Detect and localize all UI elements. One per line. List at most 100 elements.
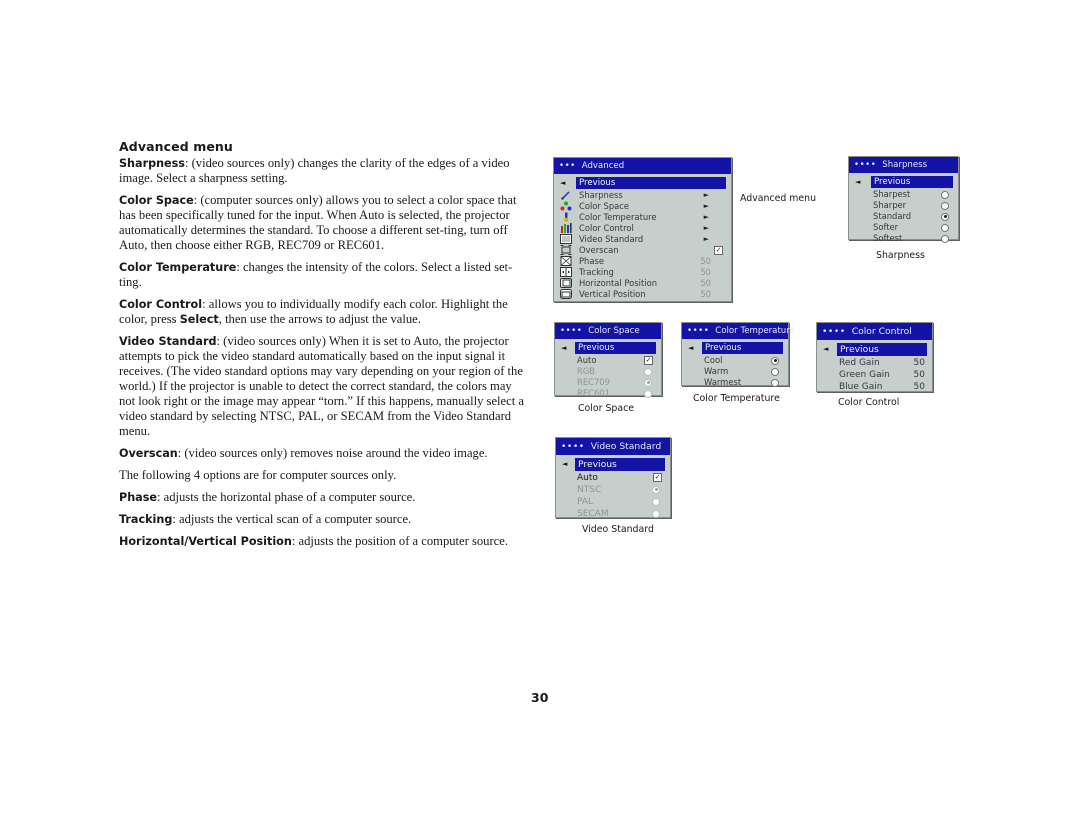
- menu-title: Video Standard: [590, 441, 662, 452]
- option-softer[interactable]: Softer: [849, 222, 958, 233]
- option-pal[interactable]: PAL: [556, 496, 670, 508]
- paragraph-position: Horizontal/Vertical Position: adjusts th…: [119, 534, 529, 549]
- option-radio[interactable]: [941, 200, 949, 211]
- submenu-arrow-icon: ►: [703, 191, 709, 199]
- option-label: Softer: [873, 222, 899, 232]
- option-standard[interactable]: Standard: [849, 211, 958, 222]
- previous-item[interactable]: ◄ Previous: [849, 176, 958, 188]
- option-value: 50: [913, 382, 925, 392]
- radio-selected-icon: [941, 212, 949, 221]
- previous-label: Previous: [576, 177, 726, 189]
- auto-toggle[interactable]: Auto ✓: [555, 355, 661, 366]
- menu-item-value: 50: [700, 289, 711, 299]
- option-sharpest[interactable]: Sharpest: [849, 189, 958, 200]
- option-blue-gain[interactable]: Blue Gain 50: [817, 381, 932, 393]
- radio-unselected-icon: [652, 509, 660, 518]
- menu-level-dots: ••••: [822, 326, 846, 337]
- term: Video Standard: [119, 335, 217, 348]
- option-cool[interactable]: Cool: [682, 355, 788, 366]
- option-radio[interactable]: [644, 388, 652, 399]
- color-temperature-menu: •••• Color Temperature ◄ Previous Cool War…: [681, 322, 795, 388]
- menu-title: Color Control: [851, 326, 912, 337]
- menu-title-bar: •••• Video Standard: [556, 438, 670, 455]
- paragraph-color-space: Color Space: (computer sources only) all…: [119, 193, 529, 253]
- radio-selected-icon: [644, 378, 652, 387]
- option-rec709[interactable]: REC709: [555, 377, 661, 388]
- option-green-gain[interactable]: Green Gain 50: [817, 369, 932, 381]
- menu-item-video-standard[interactable]: Video Standard ►: [554, 234, 731, 245]
- option-radio[interactable]: [771, 366, 779, 377]
- back-arrow-icon: ◄: [855, 178, 861, 186]
- auto-toggle[interactable]: Auto ✓: [556, 472, 670, 484]
- option-label: Auto: [577, 355, 597, 365]
- term: Overscan: [119, 447, 178, 460]
- option-label: Blue Gain: [839, 382, 883, 392]
- option-radio[interactable]: [941, 189, 949, 200]
- option-label: Warmest: [704, 377, 742, 387]
- previous-item[interactable]: ◄ Previous: [682, 342, 788, 354]
- term: Tracking: [119, 513, 173, 526]
- caption-color-temperature: Color Temperature: [693, 393, 780, 404]
- video-standard-menu: •••• Video Standard ◄ Previous Auto ✓ NTS…: [555, 437, 671, 520]
- option-rec601[interactable]: REC601: [555, 388, 661, 399]
- option-radio[interactable]: [644, 366, 652, 377]
- menu-item-label: Horizontal Position: [579, 278, 658, 288]
- menu-level-dots: ••••: [561, 441, 585, 452]
- option-radio[interactable]: [644, 377, 652, 388]
- option-radio[interactable]: [652, 508, 660, 520]
- menu-level-dots: ••••: [854, 160, 877, 170]
- auto-checkbox[interactable]: ✓: [653, 472, 662, 484]
- term: Phase: [119, 491, 157, 504]
- option-sharper[interactable]: Sharper: [849, 200, 958, 211]
- paragraph-color-temperature: Color Temperature: changes the intensity…: [119, 260, 529, 290]
- option-warm[interactable]: Warm: [682, 366, 788, 377]
- menu-item-phase[interactable]: Phase 50: [554, 256, 731, 267]
- back-arrow-icon: ◄: [823, 345, 829, 353]
- menu-item-overscan[interactable]: Overscan ✓: [554, 245, 731, 256]
- paragraph-computer-sources-note: The following 4 options are for computer…: [119, 468, 529, 483]
- menu-level-dots: •••: [559, 161, 576, 171]
- previous-item[interactable]: ◄ Previous: [817, 343, 932, 356]
- submenu-arrow-icon: ►: [703, 235, 709, 243]
- menu-item-vertical-position[interactable]: Vertical Position 50: [554, 289, 731, 300]
- overscan-checkbox[interactable]: ✓: [714, 245, 723, 256]
- menu-item-tracking[interactable]: Tracking 50: [554, 267, 731, 278]
- radio-unselected-icon: [644, 367, 652, 376]
- auto-checkbox[interactable]: ✓: [644, 355, 653, 366]
- back-arrow-icon: ◄: [561, 344, 567, 352]
- menu-item-color-temperature[interactable]: Color Temperature ►: [554, 212, 731, 223]
- menu-item-value: 50: [700, 256, 711, 266]
- option-label: REC601: [577, 388, 610, 398]
- menu-title-bar: •••• Color Control: [817, 323, 932, 340]
- menu-item-color-space[interactable]: Color Space ►: [554, 201, 731, 212]
- radio-selected-icon: [771, 356, 779, 365]
- menu-item-sharpness[interactable]: Sharpness ►: [554, 190, 731, 201]
- option-rgb[interactable]: RGB: [555, 366, 661, 377]
- submenu-arrow-icon: ►: [703, 202, 709, 210]
- option-radio[interactable]: [652, 496, 660, 508]
- previous-item[interactable]: ◄ Previous: [554, 177, 731, 189]
- option-ntsc[interactable]: NTSC: [556, 484, 670, 496]
- option-radio[interactable]: [941, 222, 949, 233]
- previous-label: Previous: [575, 342, 656, 354]
- option-label: Cool: [704, 355, 723, 365]
- option-secam[interactable]: SECAM: [556, 508, 670, 520]
- advanced-menu: ••• Advanced ◄ Previous Sharpness ► Color S…: [553, 157, 732, 302]
- menu-item-horizontal-position[interactable]: Horizontal Position 50: [554, 278, 731, 289]
- option-softest[interactable]: Softest: [849, 233, 958, 244]
- option-radio[interactable]: [771, 355, 779, 366]
- menu-level-dots: ••••: [687, 326, 710, 336]
- paragraph-video-standard: Video Standard: (video sources only) Whe…: [119, 334, 529, 439]
- term: Horizontal/Vertical Position: [119, 535, 292, 548]
- option-red-gain[interactable]: Red Gain 50: [817, 357, 932, 369]
- option-radio[interactable]: [652, 484, 660, 496]
- term: Color Control: [119, 298, 203, 311]
- option-radio[interactable]: [941, 211, 949, 222]
- caption-video-standard: Video Standard: [582, 524, 654, 535]
- option-warmest[interactable]: Warmest: [682, 377, 788, 388]
- previous-item[interactable]: ◄ Previous: [556, 458, 670, 471]
- menu-item-color-control[interactable]: Color Control ►: [554, 223, 731, 234]
- option-radio[interactable]: [941, 233, 949, 244]
- previous-item[interactable]: ◄ Previous: [555, 342, 661, 354]
- option-radio[interactable]: [771, 377, 779, 388]
